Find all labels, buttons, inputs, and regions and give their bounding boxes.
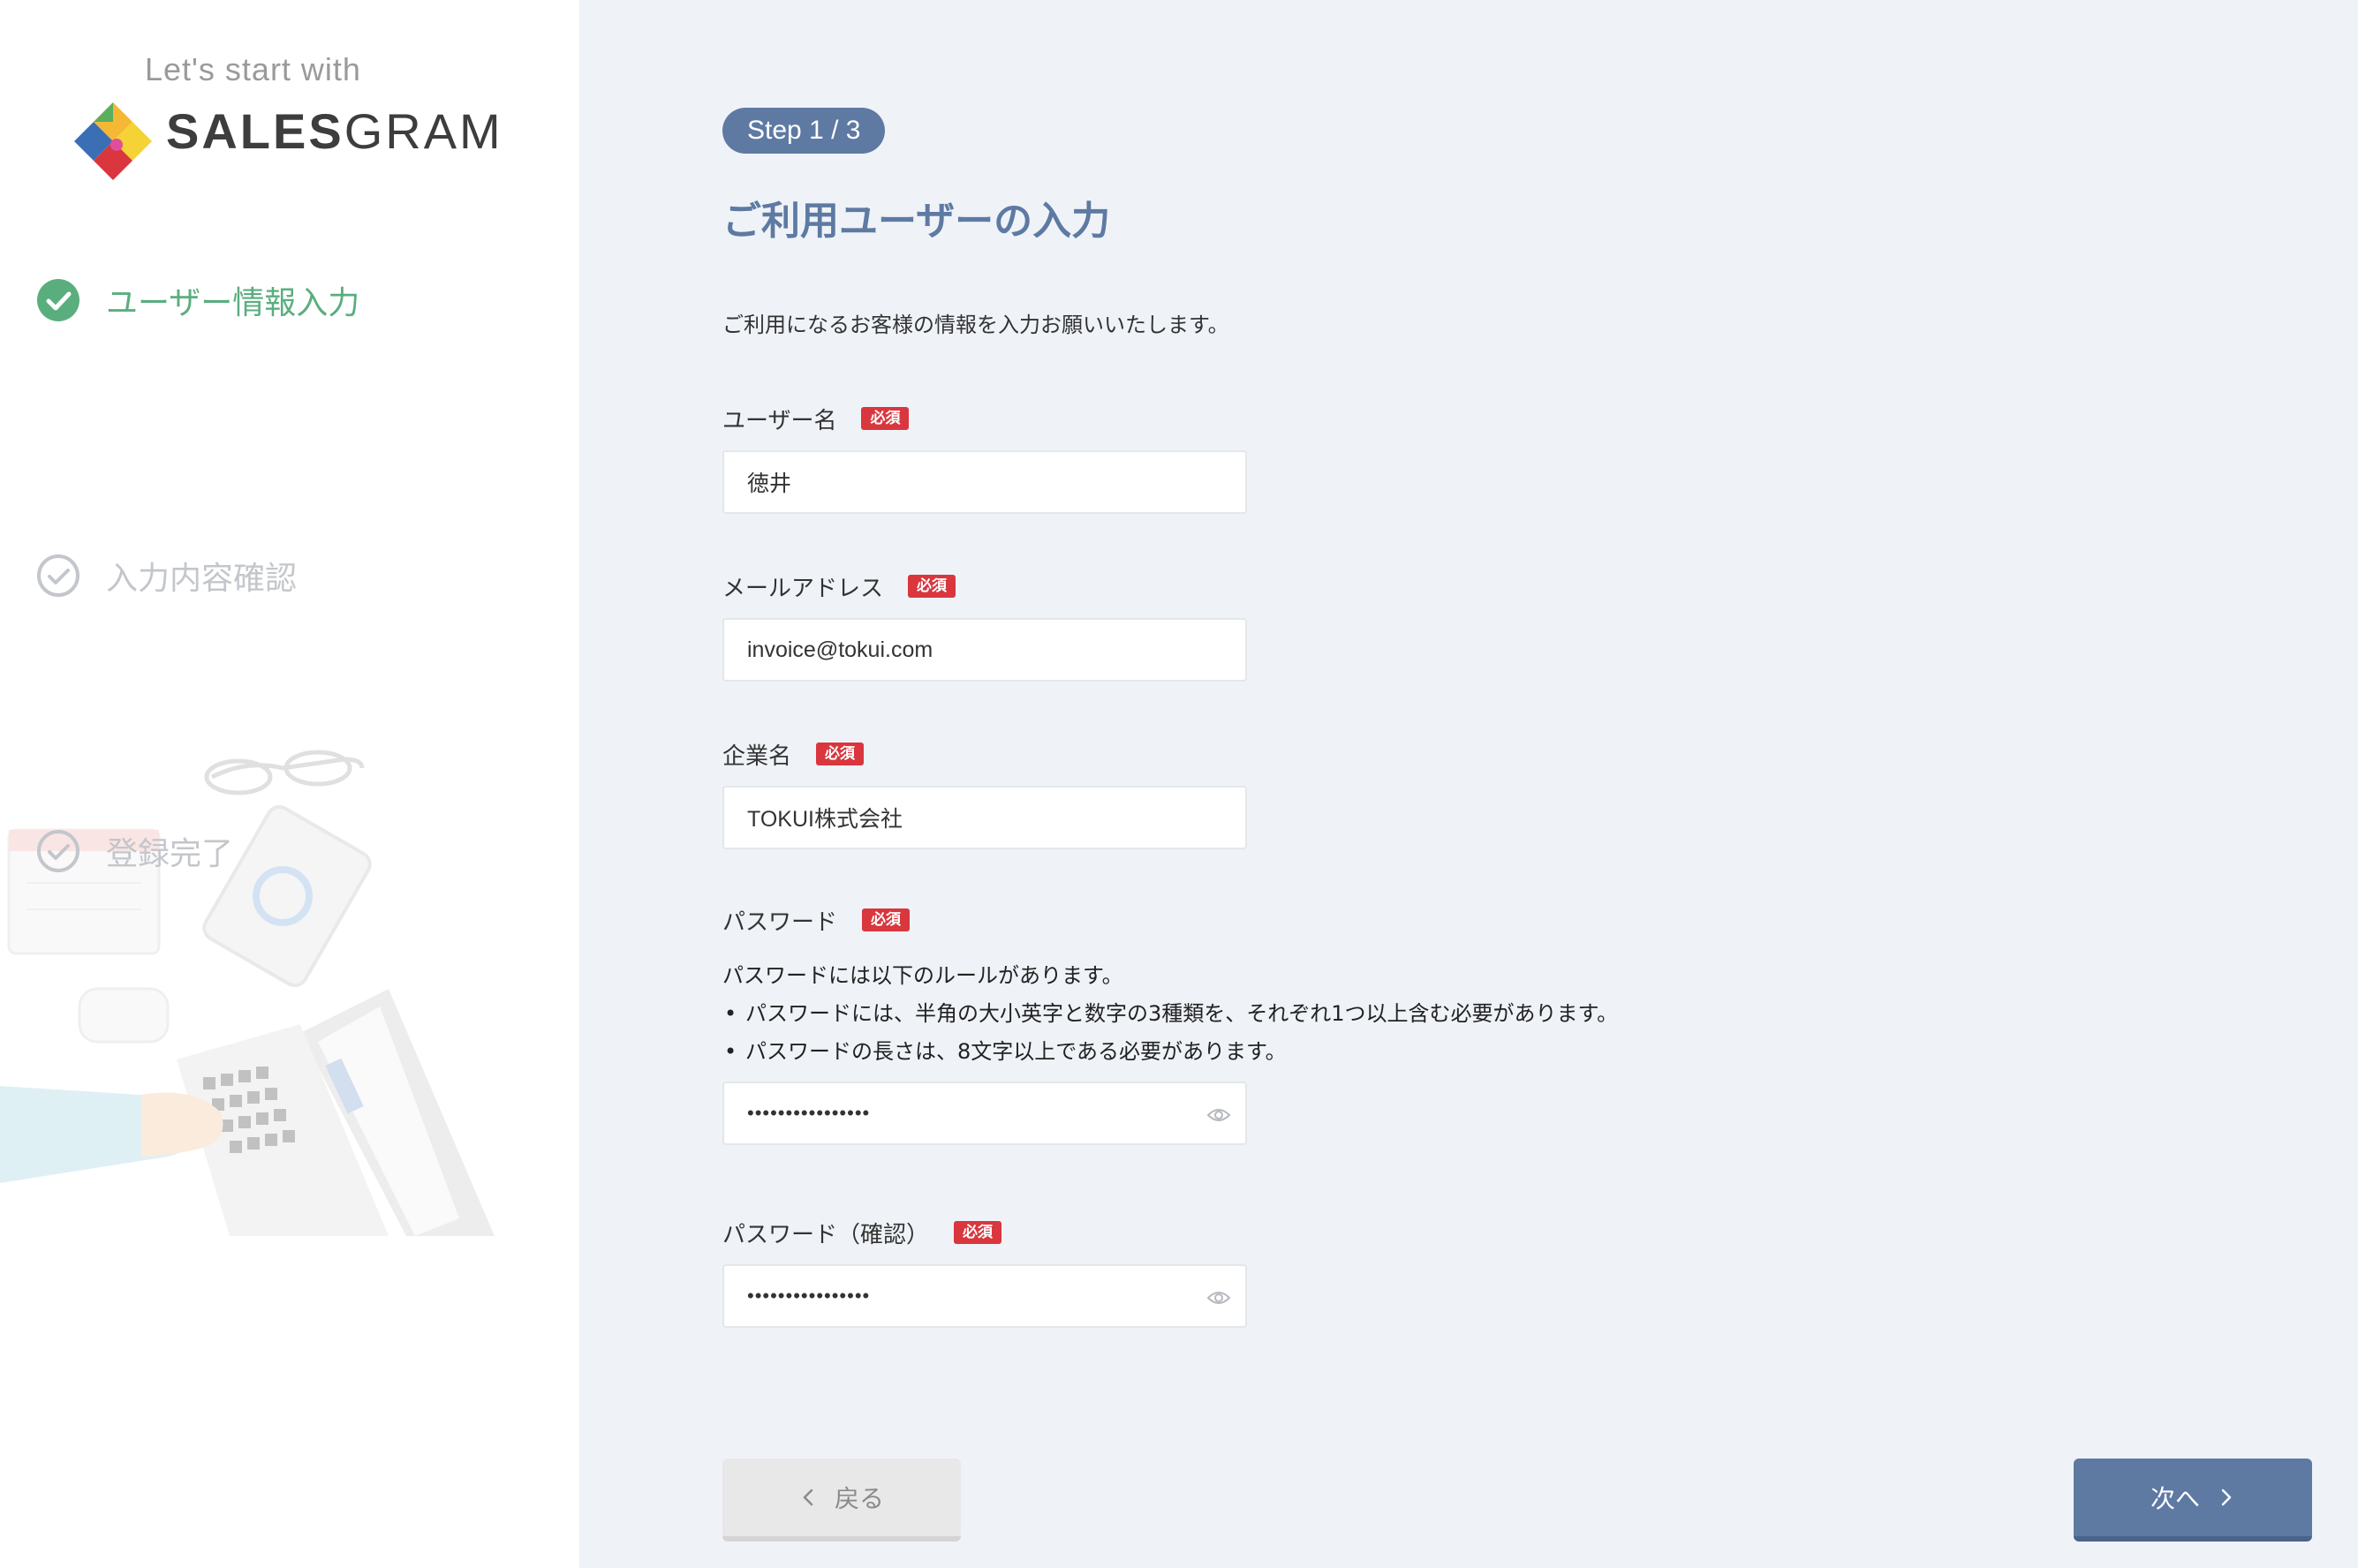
email-input[interactable]: invoice@tokui.com bbox=[722, 618, 1247, 682]
sidebar-step-label: ユーザー情報入力 bbox=[106, 285, 360, 321]
step-badge: Step 1 / 3 bbox=[722, 108, 886, 154]
username-input[interactable]: 徳井 bbox=[722, 450, 1247, 514]
password-confirm-input[interactable]: •••••••••••••••• bbox=[722, 1264, 1247, 1328]
password-masked-value: •••••••••••••••• bbox=[747, 1102, 871, 1124]
back-button-label: 戻る bbox=[834, 1484, 884, 1513]
company-input[interactable]: TOKUI株式会社 bbox=[722, 786, 1247, 849]
required-badge: 必須 bbox=[908, 575, 956, 598]
required-badge: 必須 bbox=[861, 407, 910, 430]
sidebar-step-user-info: ユーザー情報入力 bbox=[35, 277, 359, 323]
password-field-group: パスワード 必須 パスワードには以下のルールがあります。 パスワードには、半角の… bbox=[722, 904, 1618, 1145]
username-field-group: ユーザー名 必須 徳井 bbox=[722, 403, 1247, 514]
brand-tagline: Let's start with bbox=[145, 51, 361, 87]
password-confirm-field-group: パスワード（確認） 必須 •••••••••••••••• bbox=[722, 1217, 1247, 1328]
next-button-label: 次へ bbox=[2150, 1484, 2200, 1513]
next-button[interactable]: 次へ bbox=[2074, 1459, 2312, 1542]
salesgram-logo-icon bbox=[74, 102, 152, 180]
required-badge: 必須 bbox=[862, 908, 911, 931]
company-field-group: 企業名 必須 TOKUI株式会社 bbox=[722, 738, 1247, 849]
chevron-right-icon bbox=[2221, 1489, 2232, 1506]
check-circle-outline-icon bbox=[37, 830, 79, 872]
check-circle-outline-icon bbox=[37, 554, 79, 597]
username-value: 徳井 bbox=[747, 471, 792, 496]
password-confirm-masked-value: •••••••••••••••• bbox=[747, 1285, 871, 1307]
password-confirm-label: パスワード（確認） bbox=[722, 1221, 930, 1248]
email-value: invoice@tokui.com bbox=[747, 637, 933, 662]
eye-icon[interactable] bbox=[1206, 1285, 1231, 1310]
check-circle-icon bbox=[37, 279, 79, 321]
sidebar-step-label: 入力内容確認 bbox=[106, 561, 298, 597]
username-label: ユーザー名 bbox=[722, 407, 837, 434]
sidebar: Let's start with SALESGRAM ユーザー情報入力 入力内容… bbox=[0, 0, 579, 1568]
company-label: 企業名 bbox=[722, 743, 792, 770]
sidebar-step-complete: 登録完了 bbox=[35, 828, 233, 874]
brand: Let's start with SALESGRAM bbox=[71, 49, 501, 182]
brand-name: SALESGRAM bbox=[166, 102, 503, 160]
password-input[interactable]: •••••••••••••••• bbox=[722, 1082, 1247, 1145]
password-rule-item: パスワードの長さは、8文字以上である必要があります。 bbox=[722, 1033, 1618, 1071]
required-badge: 必須 bbox=[954, 1221, 1002, 1244]
password-label: パスワード bbox=[722, 908, 838, 936]
email-label: メールアドレス bbox=[722, 575, 884, 602]
page-title: ご利用ユーザーの入力 bbox=[722, 199, 1111, 244]
sidebar-step-label: 登録完了 bbox=[106, 836, 234, 872]
page-description: ご利用になるお客様の情報を入力お願いいたします。 bbox=[722, 313, 1229, 337]
required-badge: 必須 bbox=[816, 743, 865, 765]
eye-icon[interactable] bbox=[1206, 1103, 1231, 1127]
sidebar-step-confirm: 入力内容確認 bbox=[35, 553, 297, 599]
password-rule-item: パスワードには、半角の大小英字と数字の3種類を、それぞれ1つ以上含む必要がありま… bbox=[722, 995, 1618, 1033]
desk-illustration bbox=[0, 750, 495, 1236]
chevron-left-icon bbox=[803, 1489, 813, 1506]
company-value: TOKUI株式会社 bbox=[747, 807, 903, 832]
brand-name-light: GRAM bbox=[344, 103, 503, 159]
main-content: Step 1 / 3 ご利用ユーザーの入力 ご利用になるお客様の情報を入力お願い… bbox=[579, 0, 2358, 1568]
password-rules: パスワードには以下のルールがあります。 パスワードには、半角の大小英字と数字の3… bbox=[722, 957, 1618, 1071]
brand-name-bold: SALES bbox=[166, 103, 344, 159]
password-rules-intro: パスワードには以下のルールがあります。 bbox=[722, 963, 1123, 988]
email-field-group: メールアドレス 必須 invoice@tokui.com bbox=[722, 570, 1247, 682]
back-button[interactable]: 戻る bbox=[722, 1459, 961, 1542]
